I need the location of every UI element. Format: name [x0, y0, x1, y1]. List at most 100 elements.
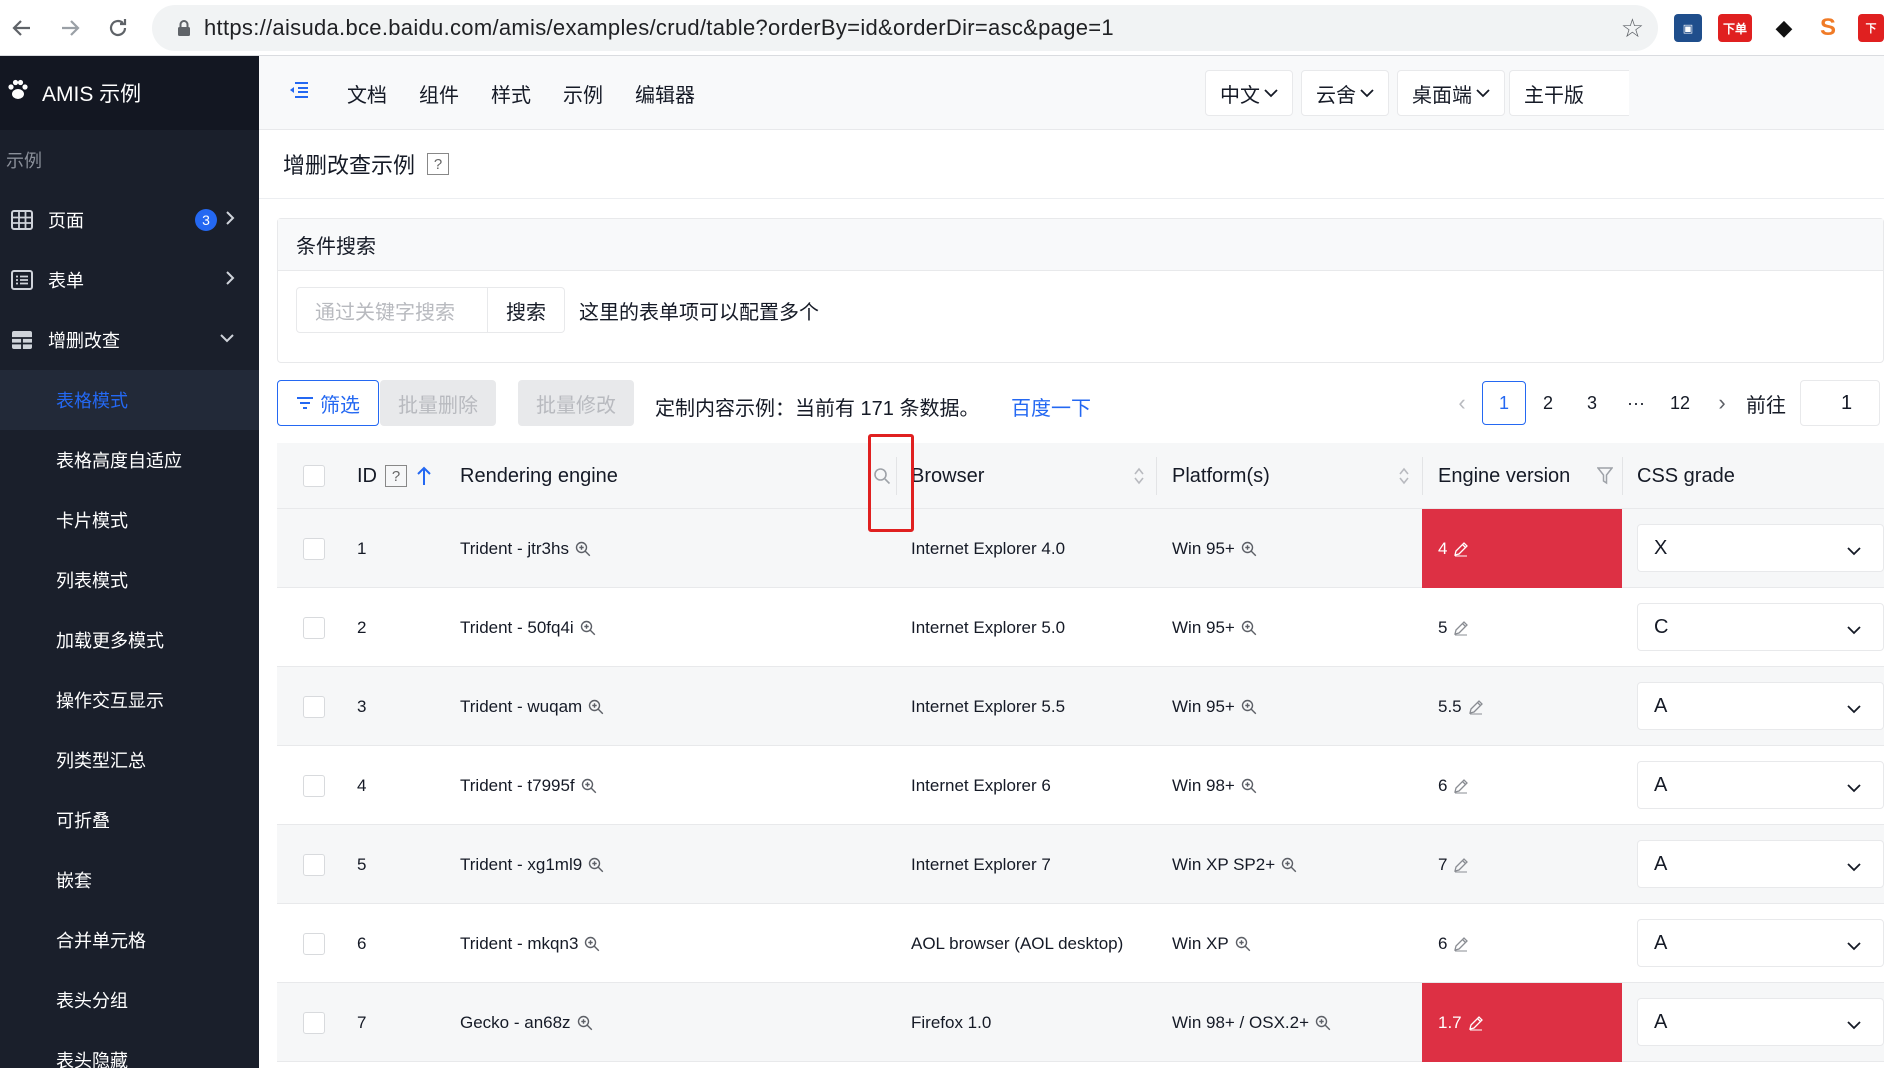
sidebar-subitem-collapsible[interactable]: 可折叠 — [0, 790, 259, 850]
extension-partial-icon[interactable]: 下 — [1858, 14, 1884, 42]
column-filter-icon[interactable] — [1597, 443, 1613, 509]
nav-link-components[interactable]: 组件 — [419, 79, 459, 108]
bookmark-star-icon[interactable]: ☆ — [1621, 13, 1644, 44]
table-row[interactable]: 3 Trident - wuqam Internet Explorer 5.5 Win… — [277, 667, 1884, 746]
sidebar-item-crud[interactable]: 增删改查 — [0, 310, 259, 370]
zoom-in-icon[interactable] — [584, 936, 600, 952]
next-page-icon[interactable]: › — [1702, 390, 1742, 416]
sidebar-item-page[interactable]: 页面 3 — [0, 190, 259, 250]
sidebar-subitem-auto-height[interactable]: 表格高度自适应 — [0, 430, 259, 490]
page-1[interactable]: 1 — [1482, 381, 1526, 425]
forward-icon[interactable] — [52, 10, 88, 46]
reload-icon[interactable] — [100, 10, 136, 46]
zoom-in-icon[interactable] — [575, 541, 591, 557]
extension-fish-icon[interactable]: ◆ — [1770, 14, 1798, 42]
platform-dropdown[interactable]: 桌面端 — [1397, 70, 1505, 116]
sidebar-subitem-header-hide[interactable]: 表头隐藏 — [0, 1030, 259, 1090]
edit-pencil-icon[interactable] — [1453, 620, 1469, 636]
row-checkbox[interactable] — [303, 695, 325, 718]
sidebar-subitem-operation-display[interactable]: 操作交互显示 — [0, 670, 259, 730]
filter-button[interactable]: 筛选 — [277, 380, 379, 426]
page-3[interactable]: 3 — [1570, 381, 1614, 425]
edit-pencil-icon[interactable] — [1468, 699, 1484, 715]
column-header-rendering-engine[interactable]: Rendering engine — [460, 443, 618, 509]
sidebar-subitem-load-more[interactable]: 加载更多模式 — [0, 610, 259, 670]
keyword-search-input[interactable]: 通过关键字搜索 — [296, 287, 488, 333]
brand[interactable]: AMIS 示例 — [0, 56, 259, 130]
sidebar-subitem-table-mode[interactable]: 表格模式 — [0, 370, 259, 430]
select-all-checkbox[interactable] — [303, 465, 325, 487]
back-icon[interactable] — [4, 10, 40, 46]
page-ellipsis[interactable]: ··· — [1614, 381, 1658, 425]
zoom-in-icon[interactable] — [580, 620, 596, 636]
bulk-edit-button[interactable]: 批量修改 — [518, 380, 634, 426]
table-row[interactable]: 1 Trident - jtr3hs Internet Explorer 4.0 Wi… — [277, 509, 1884, 588]
collapse-menu-icon[interactable] — [289, 80, 309, 105]
help-icon[interactable]: ? — [427, 153, 450, 175]
theme-dropdown[interactable]: 云舍 — [1301, 70, 1389, 116]
version-dropdown[interactable]: 主干版 — [1509, 70, 1629, 116]
zoom-in-icon[interactable] — [1281, 857, 1297, 873]
row-checkbox[interactable] — [303, 1011, 325, 1034]
address-bar[interactable]: https://aisuda.bce.baidu.com/amis/exampl… — [152, 5, 1658, 51]
edit-pencil-icon[interactable] — [1453, 857, 1469, 873]
sidebar-item-form[interactable]: 表单 — [0, 250, 259, 310]
column-header-browser[interactable]: Browser — [911, 443, 984, 509]
css-grade-select[interactable]: A — [1637, 761, 1884, 809]
search-button[interactable]: 搜索 — [488, 287, 565, 333]
css-grade-select[interactable]: A — [1637, 840, 1884, 888]
css-grade-select[interactable]: X — [1637, 524, 1884, 572]
language-dropdown[interactable]: 中文 — [1205, 70, 1293, 116]
table-row[interactable]: 7 Gecko - an68z Firefox 1.0 Win 98+ / OSX.2… — [277, 983, 1884, 1062]
zoom-in-icon[interactable] — [577, 1015, 593, 1031]
zoom-in-icon[interactable] — [1235, 936, 1251, 952]
column-header-id[interactable]: ID ? — [357, 443, 431, 509]
edit-pencil-icon[interactable] — [1453, 541, 1469, 557]
bulk-delete-button[interactable]: 批量删除 — [380, 380, 496, 426]
row-checkbox[interactable] — [303, 853, 325, 876]
sidebar-subitem-header-group[interactable]: 表头分组 — [0, 970, 259, 1030]
edit-pencil-icon[interactable] — [1468, 1015, 1484, 1031]
nav-link-styles[interactable]: 样式 — [491, 79, 531, 108]
nav-link-editor[interactable]: 编辑器 — [635, 79, 695, 108]
zoom-in-icon[interactable] — [1241, 620, 1257, 636]
css-grade-select[interactable]: C — [1637, 603, 1884, 651]
table-row[interactable]: 2 Trident - 50fq4i Internet Explorer 5.0 Wi… — [277, 588, 1884, 667]
column-header-platforms[interactable]: Platform(s) — [1172, 443, 1270, 509]
nav-link-examples[interactable]: 示例 — [563, 79, 603, 108]
edit-pencil-icon[interactable] — [1453, 936, 1469, 952]
zoom-in-icon[interactable] — [581, 778, 597, 794]
table-row[interactable]: 4 Trident - t7995f Internet Explorer 6 Win … — [277, 746, 1884, 825]
zoom-in-icon[interactable] — [1241, 541, 1257, 557]
sidebar-subitem-column-types[interactable]: 列类型汇总 — [0, 730, 259, 790]
row-checkbox[interactable] — [303, 774, 325, 797]
sort-ascending-icon[interactable] — [417, 466, 431, 486]
page-12[interactable]: 12 — [1658, 381, 1702, 425]
zoom-in-icon[interactable] — [588, 857, 604, 873]
sort-toggle-icon[interactable] — [1398, 443, 1410, 509]
sidebar-subitem-nested[interactable]: 嵌套 — [0, 850, 259, 910]
edit-pencil-icon[interactable] — [1453, 778, 1469, 794]
column-header-css-grade[interactable]: CSS grade — [1637, 443, 1735, 509]
extension-order-icon[interactable]: 下单 — [1718, 14, 1752, 42]
css-grade-select[interactable]: A — [1637, 682, 1884, 730]
zoom-in-icon[interactable] — [1241, 699, 1257, 715]
nav-link-docs[interactable]: 文档 — [347, 79, 387, 108]
css-grade-select[interactable]: A — [1637, 998, 1884, 1046]
row-checkbox[interactable] — [303, 537, 325, 560]
sidebar-subitem-merge-cells[interactable]: 合并单元格 — [0, 910, 259, 970]
zoom-in-icon[interactable] — [1315, 1015, 1331, 1031]
page-2[interactable]: 2 — [1526, 381, 1570, 425]
goto-page-input[interactable]: 1 — [1800, 380, 1880, 426]
sidebar-subitem-card-mode[interactable]: 卡片模式 — [0, 490, 259, 550]
help-icon[interactable]: ? — [385, 465, 407, 487]
sort-toggle-icon[interactable] — [1133, 443, 1145, 509]
extension-s-icon[interactable]: S — [1814, 14, 1842, 42]
zoom-in-icon[interactable] — [588, 699, 604, 715]
sidebar-subitem-list-mode[interactable]: 列表模式 — [0, 550, 259, 610]
css-grade-select[interactable]: A — [1637, 919, 1884, 967]
table-row[interactable]: 5 Trident - xg1ml9 Internet Explorer 7 Win … — [277, 825, 1884, 904]
column-header-engine-version[interactable]: Engine version — [1438, 443, 1570, 509]
row-checkbox[interactable] — [303, 932, 325, 955]
row-checkbox[interactable] — [303, 616, 325, 639]
